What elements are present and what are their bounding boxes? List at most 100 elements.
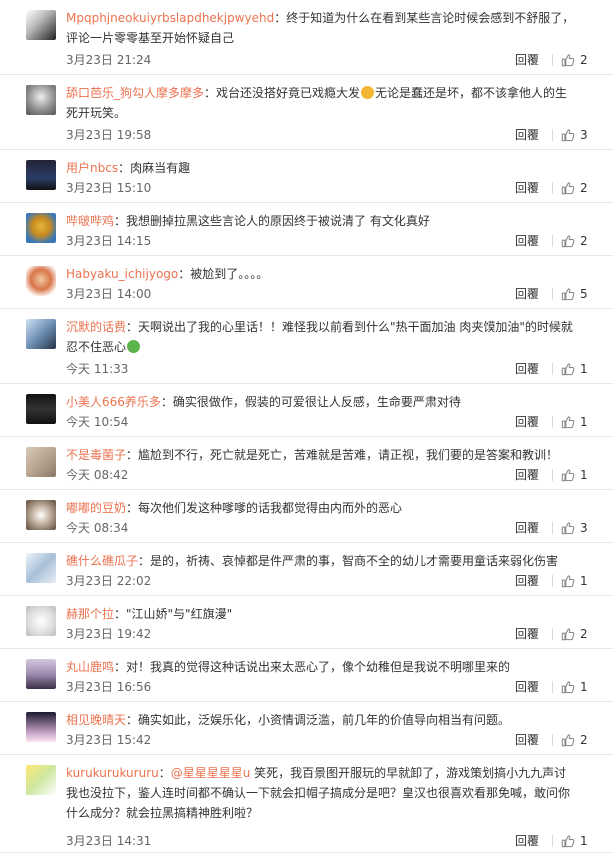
avatar[interactable]	[26, 606, 56, 636]
reply-button[interactable]: 回覆	[515, 518, 539, 538]
reply-button[interactable]: 回覆	[515, 125, 539, 145]
username-link[interactable]: 小美人666养乐多	[66, 395, 161, 409]
reply-button[interactable]: 回覆	[515, 412, 539, 432]
avatar[interactable]	[26, 319, 56, 349]
like-button[interactable]: 2	[561, 624, 588, 644]
like-button[interactable]: 1	[561, 831, 588, 851]
like-button[interactable]: 1	[561, 677, 588, 697]
avatar[interactable]	[26, 765, 56, 795]
comment-item: kurukurukururu：@星星星星星u 笑死，我百景图开服玩的早就卸了，游…	[0, 755, 613, 853]
reply-button[interactable]: 回覆	[515, 465, 539, 485]
comment-text: 相见晚晴天：确实如此，泛娱乐化，小资情调泛滥，前几年的价值导向相当有问题。	[66, 710, 577, 730]
username-link[interactable]: 舔口芭乐_狗勾人摩多摩多	[66, 86, 204, 100]
like-button[interactable]: 2	[561, 50, 588, 70]
reply-button[interactable]: 回覆	[515, 571, 539, 591]
comment-text: 小美人666养乐多：确实很做作，假装的可爱很让人反感，生命要严肃对待	[66, 392, 577, 412]
divider	[552, 734, 553, 746]
comment-meta: 3月23日 19:42 回覆 2	[66, 624, 613, 644]
username-link[interactable]: 相见晚晴天	[66, 713, 126, 727]
avatar[interactable]	[26, 712, 56, 742]
avatar[interactable]	[26, 85, 56, 115]
username-link[interactable]: 嘟嘟的豆奶	[66, 501, 126, 515]
timestamp: 今天 11:33	[66, 362, 129, 376]
like-button[interactable]: 1	[561, 571, 588, 591]
divider	[552, 182, 553, 194]
reply-button[interactable]: 回覆	[515, 677, 539, 697]
username-link[interactable]: 沉默的话费	[66, 320, 126, 334]
comment-body: ：每次他们发这种嗲嗲的话我都觉得由内而外的恶心	[126, 501, 403, 515]
avatar[interactable]	[26, 500, 56, 530]
comment-item: 不是毒菌子：尴尬到不行，死亡就是死亡，苦难就是苦难，请正视，我们要的是答案和教训…	[0, 437, 613, 490]
comment-item: 小美人666养乐多：确实很做作，假装的可爱很让人反感，生命要严肃对待今天 10:…	[0, 384, 613, 437]
comment-text: 不是毒菌子：尴尬到不行，死亡就是死亡，苦难就是苦难，请正视，我们要的是答案和教训…	[66, 445, 577, 465]
comment-text: Mpqphjneokuiyrbslapdhekjpwyehd：终于知道为什么在看…	[66, 8, 577, 48]
thumbs-up-icon	[561, 362, 580, 376]
reply-button[interactable]: 回覆	[515, 831, 539, 851]
comment-list: Mpqphjneokuiyrbslapdhekjpwyehd：终于知道为什么在看…	[0, 0, 613, 859]
avatar-image	[26, 553, 56, 583]
divider	[552, 522, 553, 534]
timestamp: 3月23日 14:00	[66, 287, 152, 301]
timestamp: 今天 10:54	[66, 415, 129, 429]
like-button[interactable]: 3	[561, 518, 588, 538]
reply-button[interactable]: 回覆	[515, 284, 539, 304]
divider	[552, 575, 553, 587]
username-link[interactable]: 丸山鹿鸣	[66, 660, 114, 674]
avatar[interactable]	[26, 10, 56, 40]
username-link[interactable]: 不是毒菌子	[66, 448, 126, 462]
emoji-icon	[127, 340, 141, 353]
avatar[interactable]	[26, 160, 56, 190]
comment-body: ：被尬到了。。。。	[178, 267, 269, 281]
avatar-image	[26, 319, 56, 349]
comment-body: ：肉麻当有趣	[118, 161, 191, 175]
like-button[interactable]: 5	[561, 284, 588, 304]
username-link[interactable]: Mpqphjneokuiyrbslapdhekjpwyehd	[66, 11, 274, 25]
thumbs-up-icon	[561, 468, 580, 482]
comment-text: 礁什么礁瓜子：是的，祈祷、哀悼都是件严肃的事，智商不全的幼儿才需要用童话来弱化伤…	[66, 551, 577, 571]
like-count: 2	[580, 733, 588, 747]
username-link[interactable]: 赫那个拉	[66, 607, 114, 621]
username-link[interactable]: kurukurukururu	[66, 766, 159, 780]
timestamp: 3月23日 15:42	[66, 733, 152, 747]
mention-link[interactable]: @星星星星星u	[171, 766, 251, 780]
comment-meta: 3月23日 16:56 回覆 1	[66, 677, 613, 697]
comment-item: Mpqphjneokuiyrbslapdhekjpwyehd：终于知道为什么在看…	[0, 0, 613, 75]
like-button[interactable]: 2	[561, 178, 588, 198]
like-button[interactable]: 2	[561, 231, 588, 251]
thumbs-up-icon	[561, 680, 580, 694]
reply-button[interactable]: 回覆	[515, 730, 539, 750]
like-count: 3	[580, 521, 588, 535]
like-button[interactable]: 1	[561, 359, 588, 379]
username-link[interactable]: 哔啵哔鸡	[66, 214, 114, 228]
divider	[552, 681, 553, 693]
reply-button[interactable]: 回覆	[515, 359, 539, 379]
comment-body: ：尴尬到不行，死亡就是死亡，苦难就是苦难，请正视，我们要的是答案和教训！	[126, 448, 559, 462]
comment-text: 嘟嘟的豆奶：每次他们发这种嗲嗲的话我都觉得由内而外的恶心	[66, 498, 577, 518]
timestamp: 3月23日 14:15	[66, 234, 152, 248]
avatar[interactable]	[26, 447, 56, 477]
like-button[interactable]: 1	[561, 412, 588, 432]
reply-button[interactable]: 回覆	[515, 50, 539, 70]
avatar[interactable]	[26, 394, 56, 424]
thumbs-up-icon	[561, 234, 580, 248]
username-link[interactable]: 礁什么礁瓜子	[66, 554, 138, 568]
username-link[interactable]: 用户nbcs	[66, 161, 118, 175]
like-button[interactable]: 1	[561, 465, 588, 485]
like-count: 2	[580, 627, 588, 641]
username-link[interactable]: Habyaku_ichijyogo	[66, 267, 178, 281]
avatar[interactable]	[26, 659, 56, 689]
like-button[interactable]: 2	[561, 730, 588, 750]
like-button[interactable]: 3	[561, 125, 588, 145]
avatar[interactable]	[26, 266, 56, 296]
like-count: 5	[580, 287, 588, 301]
avatar[interactable]	[26, 553, 56, 583]
timestamp: 3月23日 22:02	[66, 574, 152, 588]
comment-item: 嘟嘟的豆奶：每次他们发这种嗲嗲的话我都觉得由内而外的恶心 今天 08:34 回覆 3	[0, 490, 613, 543]
colon-separator: ：	[158, 766, 171, 780]
like-count: 2	[580, 181, 588, 195]
reply-button[interactable]: 回覆	[515, 178, 539, 198]
reply-button[interactable]: 回覆	[515, 624, 539, 644]
reply-button[interactable]: 回覆	[515, 231, 539, 251]
avatar[interactable]	[26, 213, 56, 243]
comment-meta: 3月23日 14:31 回覆 1	[66, 831, 613, 851]
